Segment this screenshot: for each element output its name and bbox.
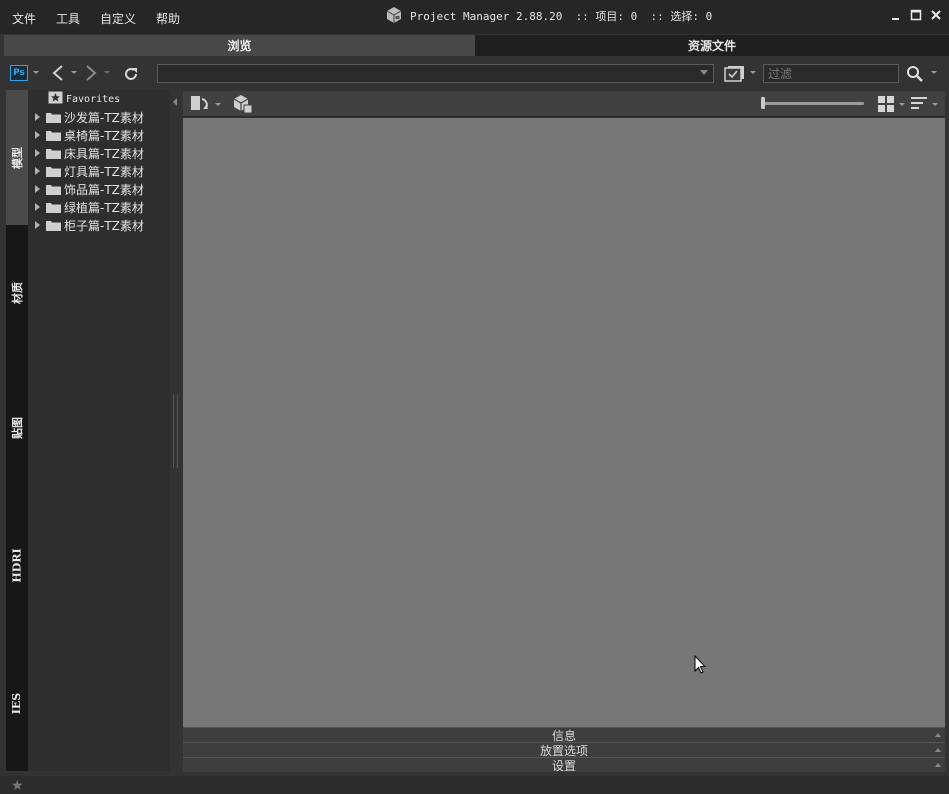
vtab-textures[interactable]: 贴图 (6, 360, 28, 495)
back-arrow-icon[interactable] (49, 63, 67, 83)
section-placement-options[interactable]: 放置选项 (183, 742, 945, 758)
view-options-chevron-icon[interactable] (749, 69, 757, 77)
panel-splitter[interactable] (170, 90, 182, 771)
folder-icon (46, 148, 61, 159)
folder-icon (46, 166, 61, 177)
vtab-models[interactable]: 模型 (6, 90, 28, 225)
expand-arrow-icon[interactable] (35, 221, 40, 229)
folder-icon (46, 202, 61, 213)
folder-tree: Favorites 沙发篇-TZ素材 桌椅篇-TZ素材 床具篇-TZ素材 灯具篇… (28, 90, 170, 771)
combo-dropdown-arrow-icon[interactable] (700, 70, 708, 75)
ps-label: Ps (10, 65, 28, 81)
tree-item-label: 桌椅篇-TZ素材 (64, 128, 144, 143)
photoshop-icon[interactable]: Ps (9, 64, 29, 82)
expand-arrow-icon[interactable] (35, 113, 40, 121)
category-tab-strip: 模型 材质 贴图 HDRI IES (6, 90, 28, 771)
tree-item-label: 床具篇-TZ素材 (64, 146, 144, 161)
tree-item-decor[interactable]: 饰品篇-TZ素材 (28, 180, 144, 198)
splitter-grip[interactable] (173, 394, 178, 468)
menu-customize[interactable]: 自定义 (100, 12, 136, 26)
window-title: Project Manager 2.88.20 :: 项目: 0 :: 选择: … (410, 10, 713, 23)
asset-grid-area[interactable] (183, 118, 945, 727)
sync-chevron-icon[interactable] (214, 101, 222, 109)
favorites-star-icon (48, 91, 63, 107)
tree-item-cabinets[interactable]: 柜子篇-TZ素材 (28, 216, 144, 234)
forward-history-chevron-icon[interactable] (103, 69, 111, 77)
tree-item-plants[interactable]: 绿植篇-TZ素材 (28, 198, 144, 216)
folder-icon (46, 184, 61, 195)
path-combobox[interactable] (157, 64, 714, 83)
section-settings-label: 设置 (551, 758, 576, 773)
view-options-icon[interactable] (724, 63, 746, 83)
maximize-button[interactable] (909, 8, 923, 22)
vtab-hdri[interactable]: HDRI (6, 495, 28, 635)
tree-item-beds[interactable]: 床具篇-TZ素材 (28, 144, 144, 162)
chevron-down-icon[interactable] (32, 69, 40, 77)
tab-asset-files[interactable]: 资源文件 (475, 35, 949, 56)
tree-item-favorites[interactable]: Favorites (48, 91, 120, 107)
expand-arrow-icon[interactable] (35, 167, 40, 175)
menu-file[interactable]: 文件 (12, 12, 36, 26)
expand-arrow-icon[interactable] (35, 203, 40, 211)
search-icon[interactable] (905, 64, 925, 84)
star-icon[interactable]: ★ (11, 779, 24, 793)
back-history-chevron-icon[interactable] (70, 69, 78, 77)
browse-toolbar: Ps (0, 57, 949, 89)
window-title-group: Project Manager 2.88.20 :: 项目: 0 :: 选择: … (384, 6, 712, 26)
tab-browse[interactable]: 浏览 (4, 35, 475, 56)
tree-item-label: 灯具篇-TZ素材 (64, 164, 144, 179)
menu-help[interactable]: 帮助 (156, 12, 180, 26)
tree-item-tables-chairs[interactable]: 桌椅篇-TZ素材 (28, 126, 144, 144)
package-icon[interactable] (231, 93, 255, 115)
section-settings[interactable]: 设置 (183, 757, 945, 773)
sync-icon[interactable] (189, 93, 211, 115)
vtab-textures-label: 贴图 (11, 416, 24, 439)
vtab-ies-label: IES (10, 692, 24, 714)
expand-arrow-icon[interactable] (35, 131, 40, 139)
slider-thumb[interactable] (761, 97, 765, 109)
title-bar: 文件 工具 自定义 帮助 Project Manager 2.88.20 :: … (0, 0, 949, 34)
refresh-icon[interactable] (121, 64, 141, 84)
app-logo-icon (384, 5, 404, 28)
menu-tools[interactable]: 工具 (56, 12, 80, 26)
vtab-ies[interactable]: IES (6, 635, 28, 771)
vtab-hdri-label: HDRI (10, 547, 24, 583)
tree-item-lamps[interactable]: 灯具篇-TZ素材 (28, 162, 144, 180)
folder-icon (46, 130, 61, 141)
tree-item-label: 柜子篇-TZ素材 (64, 218, 144, 233)
vtab-materials-label: 材质 (11, 281, 24, 304)
collapse-panel-arrow-icon[interactable] (173, 98, 177, 106)
search-options-chevron-icon[interactable] (930, 69, 938, 77)
filter-input[interactable] (763, 64, 899, 83)
vtab-models-label: 模型 (11, 146, 24, 169)
tree-item-label: 饰品篇-TZ素材 (64, 182, 144, 197)
thumbnail-size-slider[interactable] (761, 102, 864, 105)
folder-icon (46, 220, 61, 231)
expand-caret-icon[interactable] (935, 763, 941, 767)
mouse-cursor-icon (694, 654, 707, 678)
minimize-button[interactable] (889, 8, 903, 22)
grid-view-icon[interactable] (877, 95, 895, 113)
grid-view-chevron-icon[interactable] (898, 101, 906, 109)
forward-arrow-icon[interactable] (82, 63, 100, 83)
tree-item-label: 沙发篇-TZ素材 (64, 110, 144, 125)
favorites-label: Favorites (66, 93, 121, 105)
content-toolbar (183, 91, 945, 117)
close-button[interactable] (929, 8, 943, 22)
tree-item-label: 绿植篇-TZ素材 (64, 200, 144, 215)
status-bar: ★ (0, 776, 949, 794)
sort-chevron-icon[interactable] (931, 101, 939, 109)
expand-arrow-icon[interactable] (35, 185, 40, 193)
section-info[interactable]: 信息 (183, 727, 945, 743)
tree-item-sofa[interactable]: 沙发篇-TZ素材 (28, 108, 144, 126)
sort-icon[interactable] (911, 95, 929, 113)
folder-icon (46, 112, 61, 123)
expand-caret-icon[interactable] (935, 733, 941, 737)
vtab-materials[interactable]: 材质 (6, 225, 28, 360)
expand-arrow-icon[interactable] (35, 149, 40, 157)
expand-caret-icon[interactable] (935, 748, 941, 752)
